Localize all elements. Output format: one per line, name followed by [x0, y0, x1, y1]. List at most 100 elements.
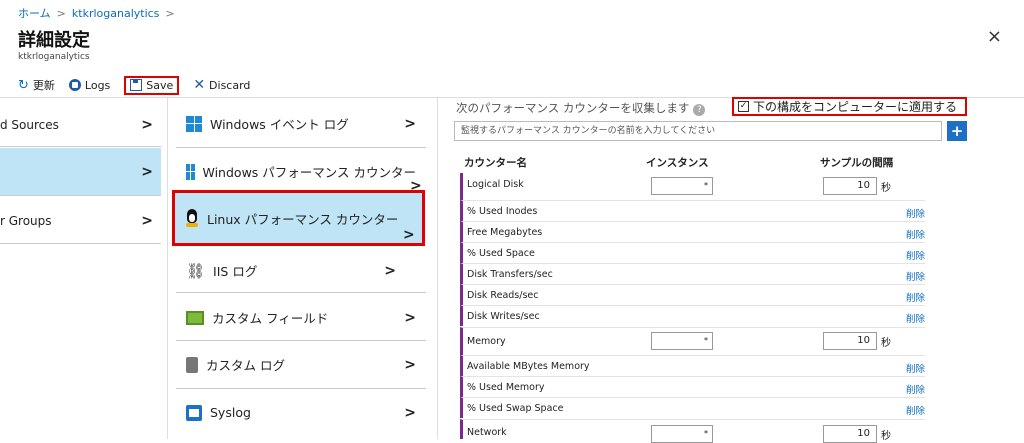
delete-link[interactable]: 削除 — [906, 269, 925, 283]
breadcrumb-workspace[interactable]: ktkrloganalytics — [72, 7, 160, 20]
delete-link[interactable]: 削除 — [906, 290, 925, 304]
counter-name: Available MBytes Memory — [467, 361, 590, 372]
chevron-right-icon: > — [141, 212, 153, 229]
column-header-instance: インスタンス — [646, 157, 709, 169]
collect-label-text: 次のパフォーマンス カウンターを収集します — [456, 101, 690, 115]
counter-row: Free Megabytes 削除 — [460, 221, 925, 242]
counter-group-row: Logical Disk * 10 秒 — [460, 173, 925, 200]
logs-button[interactable]: Logs — [68, 79, 110, 92]
menu-item-syslog[interactable]: Syslog > — [176, 389, 426, 436]
delete-link[interactable]: 削除 — [906, 227, 925, 241]
save-button[interactable]: Save — [124, 75, 180, 95]
chevron-right-icon: > — [404, 356, 416, 373]
counter-row: Available MBytes Memory 削除 — [460, 355, 925, 376]
left-menu-divider — [0, 146, 161, 147]
counter-row: Disk Writes/sec 削除 — [460, 305, 925, 326]
delete-link[interactable]: 削除 — [906, 361, 925, 375]
apply-config-checkbox[interactable]: ✓ 下の構成をコンピューターに適用する — [732, 97, 968, 116]
windows-icon — [186, 163, 195, 180]
menu-item-label: カスタム フィールド — [212, 311, 329, 326]
left-menu-item-groups[interactable]: r Groups > — [0, 197, 161, 244]
left-menu-item-label: r Groups — [0, 213, 52, 228]
menu-item-label: カスタム ログ — [206, 358, 285, 373]
refresh-label: 更新 — [32, 79, 55, 92]
custom-field-icon — [186, 310, 204, 325]
interval-input[interactable]: 10 — [823, 425, 877, 443]
counter-name: Disk Reads/sec — [467, 290, 539, 301]
menu-item-label: Linux パフォーマンス カウンター — [207, 211, 399, 227]
interval-input[interactable]: 10 — [823, 332, 877, 350]
left-menu-item-selected[interactable]: > — [0, 148, 161, 195]
breadcrumb-sep: > — [56, 7, 66, 20]
menu-item-custom-fields[interactable]: カスタム フィールド > — [176, 294, 426, 341]
add-counter-button[interactable]: + — [947, 121, 967, 141]
counter-row: Disk Transfers/sec 削除 — [460, 263, 925, 284]
delete-link[interactable]: 削除 — [906, 206, 925, 220]
breadcrumb-sep-end: > — [165, 7, 175, 20]
left-menu-divider — [0, 195, 161, 196]
counter-name: % Used Space — [467, 248, 535, 259]
counter-group-name: Memory — [467, 336, 506, 347]
chevron-right-icon: > — [404, 115, 416, 132]
instance-select[interactable]: * — [651, 425, 713, 443]
chevron-right-icon: > — [404, 404, 416, 421]
menu-item-windows-event-log[interactable]: Windows イベント ログ > — [176, 100, 426, 147]
data-source-menu: Windows イベント ログ > Windows パフォーマンス カウンター … — [168, 97, 438, 439]
counter-search-input[interactable] — [454, 121, 942, 141]
chevron-right-icon: > — [403, 227, 415, 243]
counter-name: Free Megabytes — [467, 227, 543, 238]
menu-item-label: Windows イベント ログ — [210, 117, 349, 132]
counter-name: Disk Transfers/sec — [467, 269, 553, 280]
checkbox-checked-icon[interactable]: ✓ — [738, 101, 749, 112]
windows-icon — [186, 115, 202, 132]
counter-name: % Used Inodes — [467, 206, 538, 217]
refresh-button[interactable]: ↻ 更新 — [18, 77, 55, 93]
perf-counter-pane: 次のパフォーマンス カウンターを収集します? ✓ 下の構成をコンピューターに適用… — [440, 97, 1024, 443]
menu-item-label: Syslog — [210, 405, 251, 420]
menu-item-custom-logs[interactable]: カスタム ログ > — [176, 341, 426, 388]
discard-label: Discard — [209, 78, 251, 92]
delete-link[interactable]: 削除 — [906, 311, 925, 325]
counter-name: Disk Writes/sec — [467, 311, 540, 322]
delete-link[interactable]: 削除 — [906, 248, 925, 262]
column-header-interval: サンプルの間隔 — [820, 157, 894, 169]
linux-penguin-icon — [185, 209, 199, 227]
left-menu-item-data-sources[interactable]: d Sources > — [0, 101, 161, 148]
delete-link[interactable]: 削除 — [906, 382, 925, 396]
close-button[interactable]: × — [987, 26, 1002, 47]
menu-item-iis-logs[interactable]: ⛓ IIS ログ > — [176, 247, 426, 294]
discard-button[interactable]: ✕ Discard — [193, 77, 250, 93]
menu-divider — [176, 292, 426, 293]
menu-item-label: Windows パフォーマンス カウンター — [202, 165, 417, 180]
counter-row: % Used Space 削除 — [460, 242, 925, 263]
counter-group-row: Memory * 10 秒 — [460, 327, 925, 355]
breadcrumb-home[interactable]: ホーム — [18, 7, 51, 20]
counter-group-row: Network * 10 秒 — [460, 419, 925, 443]
instance-select[interactable]: * — [651, 332, 713, 350]
collect-label: 次のパフォーマンス カウンターを収集します? — [456, 100, 706, 116]
discard-icon: ✕ — [193, 77, 206, 93]
interval-unit: 秒 — [881, 183, 891, 194]
column-header-counter: カウンター名 — [464, 157, 527, 169]
syslog-icon — [186, 404, 202, 421]
menu-item-windows-perf-counters[interactable]: Windows パフォーマンス カウンター > — [176, 148, 426, 195]
chevron-right-icon: > — [141, 163, 153, 180]
delete-link[interactable]: 削除 — [906, 403, 925, 417]
page-subtitle: ktkrloganalytics — [18, 52, 90, 62]
interval-input[interactable]: 10 — [823, 177, 877, 195]
save-label: Save — [146, 78, 174, 92]
chevron-right-icon: > — [384, 262, 396, 279]
counter-row: Disk Reads/sec 削除 — [460, 284, 925, 305]
interval-unit: 秒 — [881, 338, 891, 349]
menu-item-linux-perf-counters[interactable]: Linux パフォーマンス カウンター > — [172, 190, 425, 246]
instance-select[interactable]: * — [651, 177, 713, 195]
counter-name: % Used Swap Space — [467, 403, 564, 414]
counter-group-name: Network — [467, 427, 507, 438]
network-tree-icon: ⛓ — [186, 261, 206, 280]
chevron-right-icon: > — [404, 309, 416, 326]
custom-log-icon — [186, 356, 198, 373]
counter-row: % Used Memory 削除 — [460, 376, 925, 397]
chevron-right-icon: > — [141, 116, 153, 133]
help-icon[interactable]: ? — [693, 104, 706, 116]
left-menu-divider — [0, 243, 161, 244]
